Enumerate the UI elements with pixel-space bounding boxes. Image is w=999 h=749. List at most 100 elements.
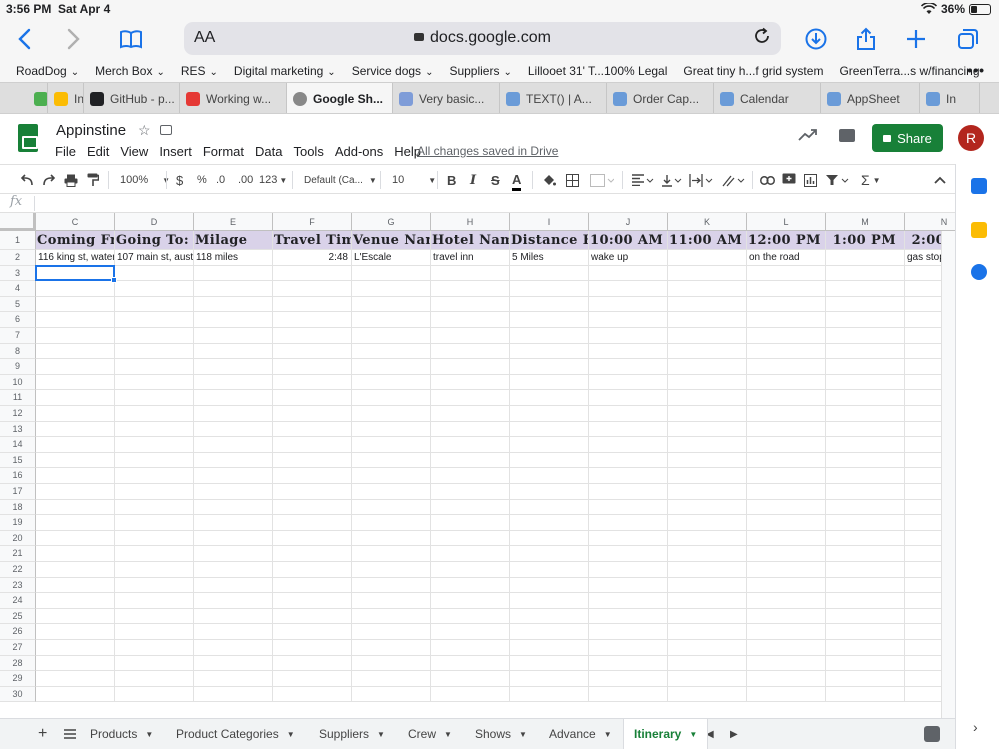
more-formats-button[interactable]: 123 ▼ xyxy=(259,171,287,189)
grid-cell[interactable] xyxy=(352,468,431,484)
row-header[interactable]: 11 xyxy=(0,390,36,406)
redo-icon[interactable] xyxy=(42,171,56,189)
grid-cell[interactable] xyxy=(273,281,352,297)
grid-cell[interactable] xyxy=(431,546,510,562)
column-header[interactable]: E xyxy=(194,213,273,231)
grid-cell[interactable] xyxy=(352,515,431,531)
grid-cell[interactable] xyxy=(826,593,905,609)
grid-cell[interactable] xyxy=(36,406,115,422)
bookmark-item[interactable]: Digital marketing ⌄ xyxy=(218,64,336,78)
row-header[interactable]: 12 xyxy=(0,406,36,422)
grid-cell[interactable] xyxy=(826,671,905,687)
back-icon[interactable] xyxy=(10,25,38,53)
grid-cell[interactable] xyxy=(826,421,905,438)
grid-cell[interactable] xyxy=(589,515,668,531)
row-header[interactable]: 24 xyxy=(0,593,36,609)
grid-cell[interactable] xyxy=(668,640,747,656)
browser-tab[interactable]: Order Cap... xyxy=(607,83,714,113)
selected-cell[interactable] xyxy=(35,264,115,282)
grid-cell[interactable] xyxy=(589,530,668,547)
grid-cell[interactable] xyxy=(115,437,194,453)
menu-file[interactable]: File xyxy=(55,144,76,159)
grid-cell[interactable] xyxy=(668,577,747,594)
sheet-tab-menu-icon[interactable]: ▼ xyxy=(689,730,697,739)
grid-cell[interactable] xyxy=(115,452,194,469)
grid-cell[interactable] xyxy=(510,562,589,578)
grid-cell[interactable] xyxy=(273,671,352,687)
browser-tab[interactable]: AppSheet xyxy=(821,83,920,113)
sheet-tab-menu-icon[interactable]: ▼ xyxy=(444,730,452,739)
grid-cell[interactable] xyxy=(115,640,194,656)
grid-cell[interactable] xyxy=(668,343,747,360)
bookmark-item[interactable]: Service dogs ⌄ xyxy=(336,64,434,78)
grid-cell[interactable] xyxy=(36,328,115,344)
column-header[interactable]: F xyxy=(273,213,352,231)
grid-cell[interactable] xyxy=(826,390,905,406)
grid-cell[interactable] xyxy=(826,577,905,594)
row-header[interactable]: 30 xyxy=(0,686,36,703)
grid-cell[interactable] xyxy=(115,281,194,297)
grid-cell[interactable] xyxy=(589,343,668,360)
grid-cell[interactable] xyxy=(273,468,352,484)
grid-cell[interactable] xyxy=(273,421,352,438)
grid-cell[interactable] xyxy=(668,686,747,703)
grid-cell[interactable] xyxy=(826,374,905,391)
grid-cell[interactable] xyxy=(273,296,352,313)
grid-cell[interactable] xyxy=(589,484,668,500)
grid-cell[interactable] xyxy=(431,437,510,453)
grid-cell[interactable] xyxy=(510,577,589,594)
grid-cell[interactable] xyxy=(747,484,826,500)
grid-cell[interactable] xyxy=(510,640,589,656)
row-header[interactable]: 29 xyxy=(0,671,36,687)
grid-cell[interactable] xyxy=(36,281,115,297)
grid-cell[interactable] xyxy=(668,281,747,297)
grid-cell[interactable] xyxy=(273,452,352,469)
column-header[interactable]: M xyxy=(826,213,905,231)
grid-cell[interactable] xyxy=(115,562,194,578)
grid-cell[interactable] xyxy=(352,265,431,282)
grid-cell[interactable] xyxy=(273,640,352,656)
grid-cell[interactable] xyxy=(589,577,668,594)
grid-cell[interactable] xyxy=(431,468,510,484)
align-vertical-icon[interactable] xyxy=(661,171,683,189)
row-header[interactable]: 1 xyxy=(0,231,36,250)
row-header[interactable]: 2 xyxy=(0,250,36,266)
grid-cell[interactable]: 2:48 xyxy=(273,250,352,266)
grid-cell[interactable] xyxy=(273,686,352,703)
share-button[interactable]: Share xyxy=(872,124,943,152)
grid-cell[interactable] xyxy=(668,624,747,640)
grid-cell[interactable] xyxy=(431,343,510,360)
calendar-icon[interactable] xyxy=(971,178,987,194)
grid-cell[interactable] xyxy=(36,640,115,656)
column-header[interactable]: D xyxy=(115,213,194,231)
fill-color-icon[interactable] xyxy=(542,171,556,189)
grid-cell[interactable] xyxy=(36,608,115,625)
grid-cell[interactable] xyxy=(431,624,510,640)
grid-cell[interactable] xyxy=(589,406,668,422)
grid-cell[interactable] xyxy=(36,374,115,391)
grid-cell[interactable] xyxy=(194,452,273,469)
browser-tab[interactable]: GitHub - p... xyxy=(84,83,180,113)
download-icon[interactable] xyxy=(802,25,830,53)
grid-cell[interactable] xyxy=(826,437,905,453)
grid-cell[interactable] xyxy=(431,671,510,687)
grid-cell[interactable] xyxy=(826,265,905,282)
zoom-select[interactable]: 100%▼ xyxy=(120,171,170,189)
decrease-decimal-button[interactable]: .0 xyxy=(216,171,225,189)
bold-button[interactable]: B xyxy=(447,171,456,189)
grid-cell[interactable] xyxy=(747,546,826,562)
font-size-select[interactable]: 10 ▼ xyxy=(392,171,436,189)
grid-cell[interactable] xyxy=(36,390,115,406)
grid-cell[interactable] xyxy=(194,593,273,609)
row-header[interactable]: 5 xyxy=(0,296,36,313)
grid-cell[interactable] xyxy=(36,577,115,594)
grid-cell[interactable] xyxy=(431,515,510,531)
menu-add-ons[interactable]: Add-ons xyxy=(335,144,383,159)
grid-cell[interactable] xyxy=(589,686,668,703)
avatar[interactable]: R xyxy=(958,125,984,151)
column-header[interactable]: N xyxy=(905,213,955,231)
borders-icon[interactable] xyxy=(566,171,579,189)
grid-cell[interactable] xyxy=(431,577,510,594)
grid-cell[interactable] xyxy=(352,406,431,422)
merge-cells-icon[interactable] xyxy=(590,171,614,189)
